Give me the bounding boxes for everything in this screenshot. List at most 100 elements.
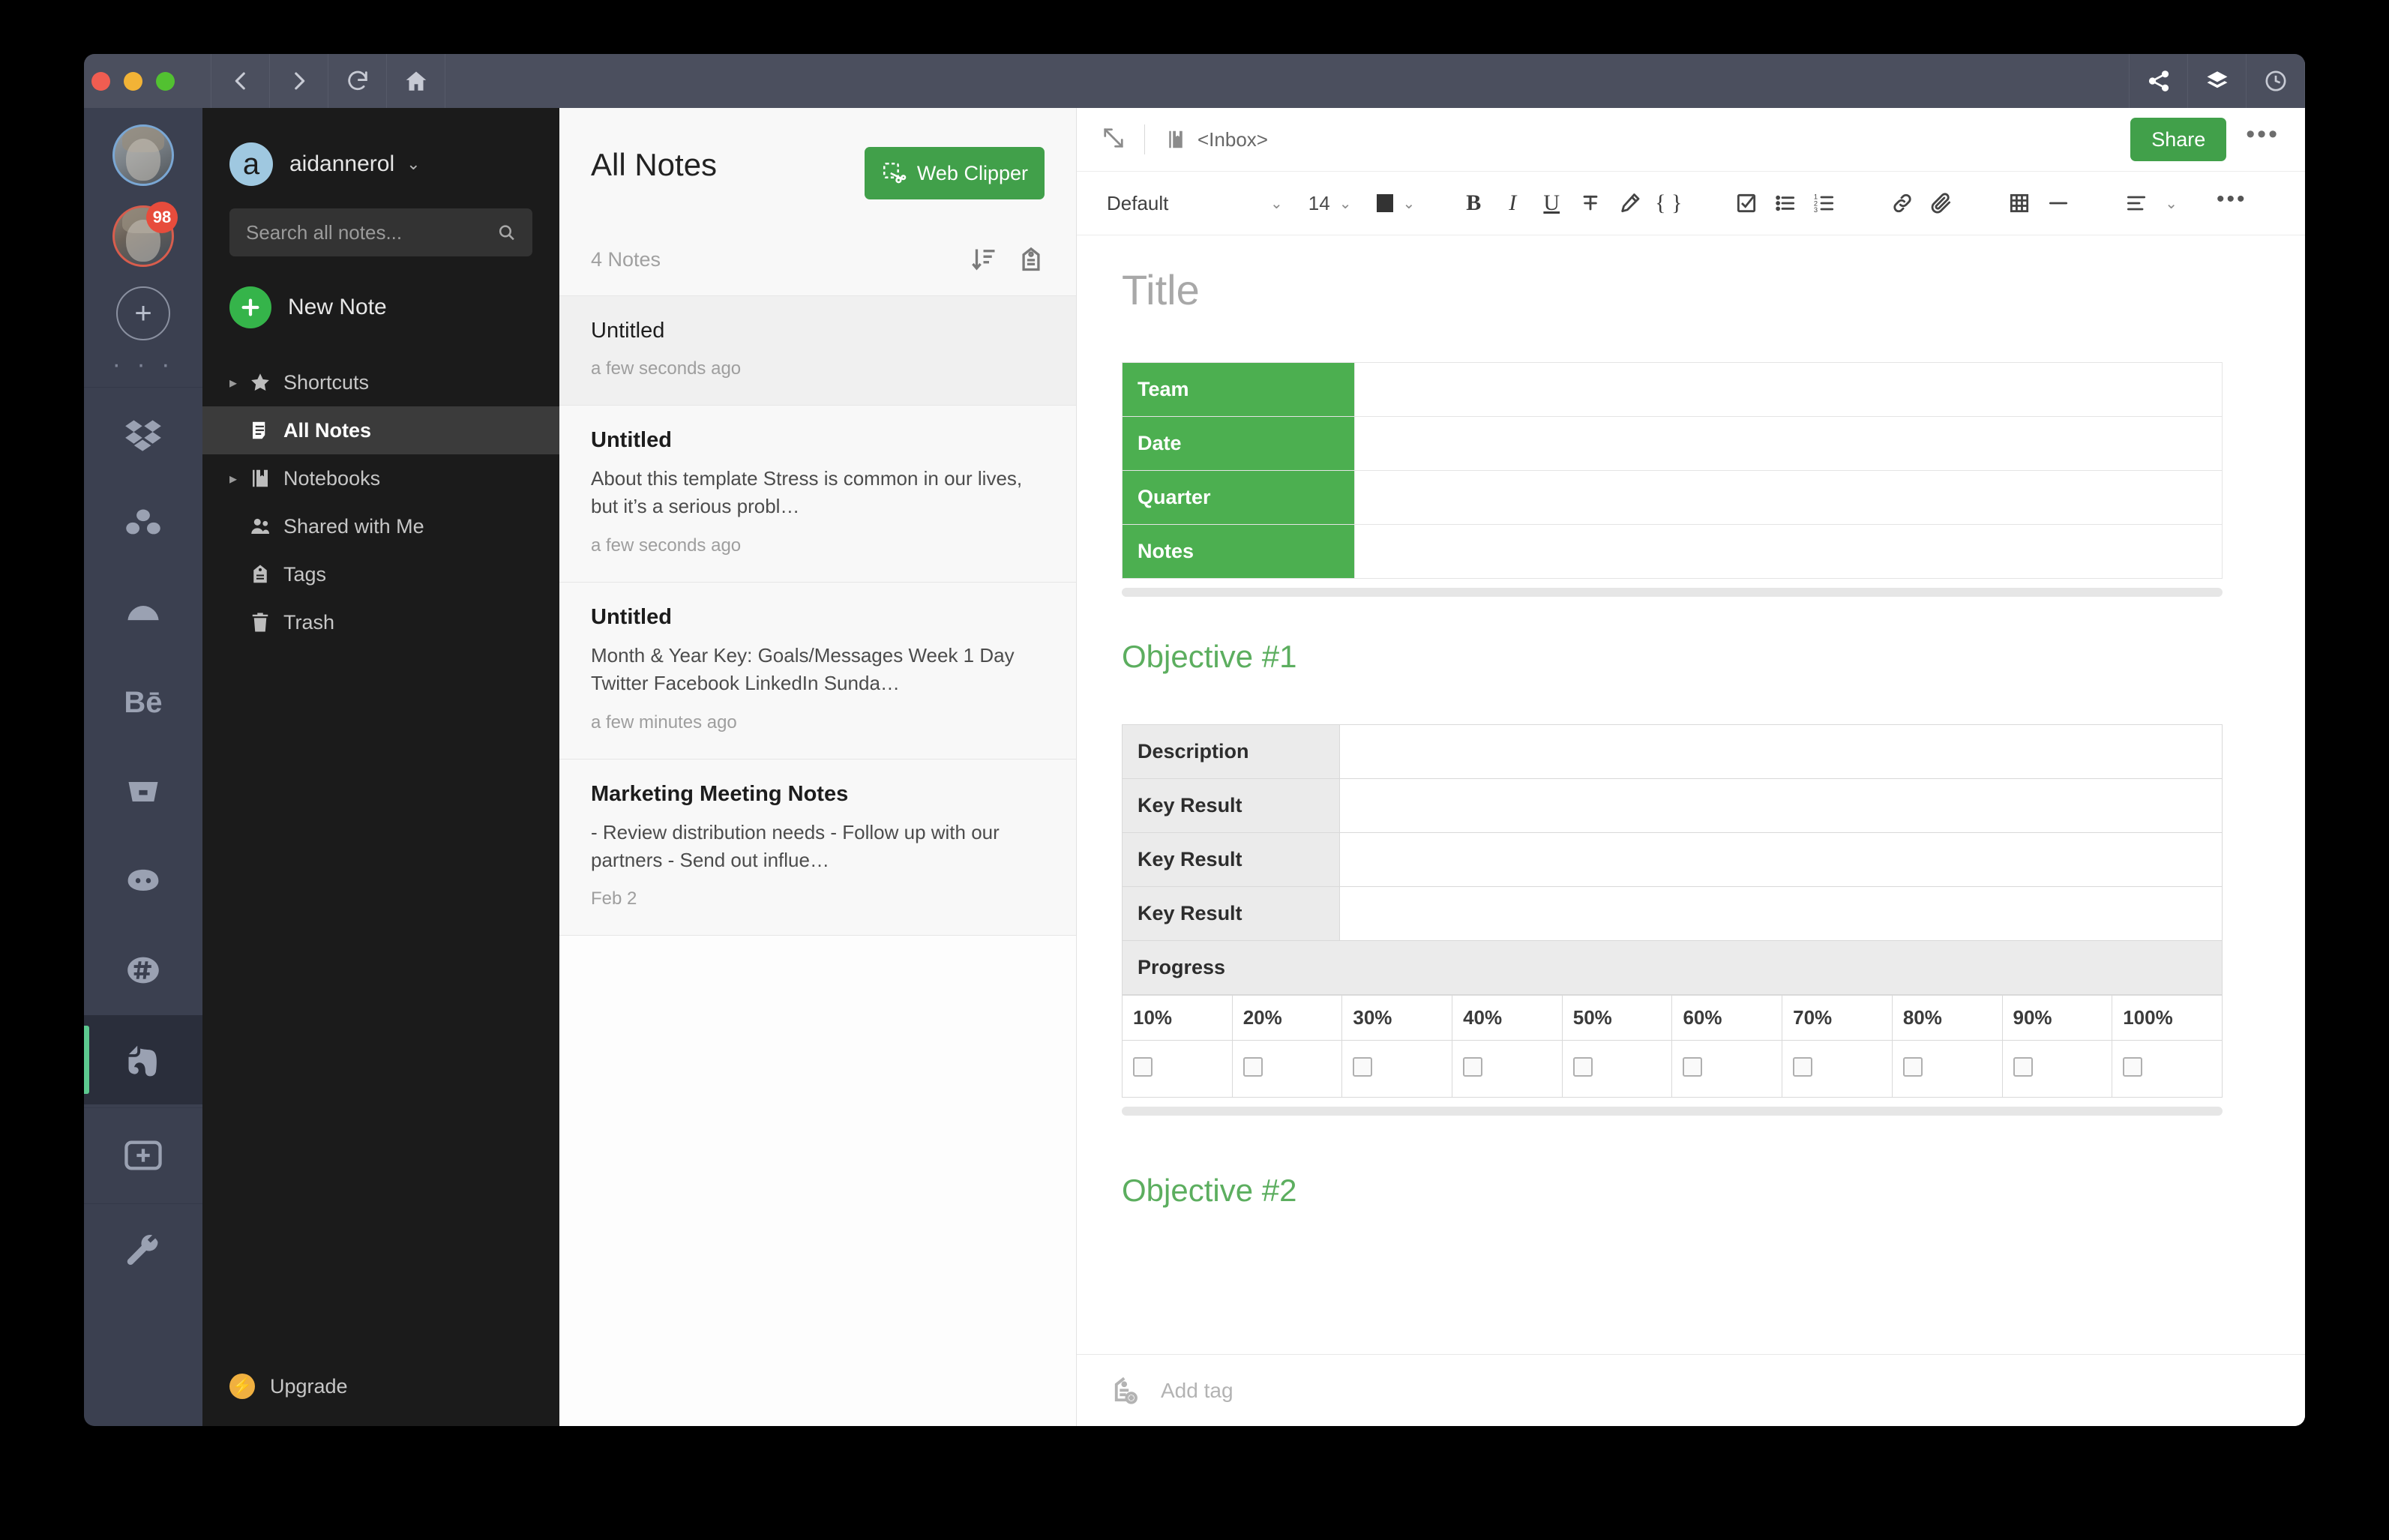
dock-item-discord[interactable]	[84, 837, 202, 926]
tag-icon[interactable]	[1018, 246, 1045, 273]
link-button[interactable]	[1883, 191, 1922, 215]
add-account-button[interactable]: +	[116, 286, 170, 340]
note-title-input[interactable]: Title	[1122, 235, 2260, 362]
web-clipper-button[interactable]: Web Clipper	[864, 147, 1045, 199]
progress-checkbox[interactable]	[1683, 1057, 1703, 1077]
chevron-down-icon[interactable]: ⌄	[2165, 194, 2178, 213]
chevron-right-icon[interactable]: ▸	[229, 469, 249, 488]
row-value[interactable]	[1339, 778, 2223, 833]
list-item[interactable]: Untitled a few seconds ago	[559, 296, 1076, 406]
add-tag-input[interactable]: Add tag	[1161, 1379, 1233, 1403]
dock-item-evernote[interactable]	[84, 1014, 202, 1104]
progress-checkbox-cell[interactable]	[1231, 1040, 1343, 1098]
checklist-button[interactable]	[1727, 191, 1766, 215]
progress-checkbox[interactable]	[1242, 1057, 1263, 1077]
progress-checkbox-cell[interactable]	[1561, 1040, 1673, 1098]
list-item[interactable]: Untitled Month & Year Key: Goals/Message…	[559, 583, 1076, 760]
row-value[interactable]	[1339, 832, 2223, 887]
font-size-dropdown[interactable]: 14 ⌄	[1308, 192, 1352, 215]
progress-checkbox-cell[interactable]	[1452, 1040, 1563, 1098]
progress-checkbox-cell[interactable]	[2112, 1040, 2223, 1098]
sidebar-item-tags[interactable]: Tags	[202, 550, 559, 598]
history-icon[interactable]	[2247, 54, 2305, 108]
attachment-button[interactable]	[1922, 191, 1961, 215]
toolbar-more-button[interactable]: •••	[2217, 188, 2247, 211]
highlight-button[interactable]	[1610, 191, 1649, 215]
meta-value[interactable]	[1354, 416, 2223, 471]
progress-checkbox-cell[interactable]	[1671, 1040, 1783, 1098]
horizontal-rule-button[interactable]	[2039, 191, 2078, 215]
search-input[interactable]	[246, 220, 497, 244]
progress-checkbox[interactable]	[1463, 1057, 1483, 1077]
add-app-button[interactable]	[84, 1111, 202, 1200]
list-item[interactable]: Marketing Meeting Notes - Review distrib…	[559, 760, 1076, 936]
close-window-button[interactable]	[91, 71, 110, 91]
progress-checkbox[interactable]	[1793, 1057, 1813, 1077]
reload-button[interactable]	[328, 54, 387, 108]
dock-item-slack[interactable]	[84, 926, 202, 1015]
tag-bar[interactable]: Add tag	[1077, 1354, 2305, 1426]
progress-checkbox[interactable]	[1133, 1057, 1153, 1077]
progress-checkbox-cell[interactable]	[1341, 1040, 1453, 1098]
text-color-dropdown[interactable]: ⌄	[1377, 194, 1415, 213]
progress-checkbox-cell[interactable]	[1122, 1040, 1233, 1098]
share-icon[interactable]	[2130, 54, 2188, 108]
meta-value[interactable]	[1354, 470, 2223, 525]
settings-button[interactable]	[84, 1207, 202, 1296]
progress-checkbox[interactable]	[1902, 1057, 1923, 1077]
search-box[interactable]	[229, 208, 532, 256]
align-button[interactable]	[2117, 191, 2156, 215]
strikethrough-button[interactable]	[1571, 191, 1610, 215]
new-note-button[interactable]: New Note	[202, 286, 559, 328]
dock-item-asana[interactable]	[84, 480, 202, 569]
underline-button[interactable]: U	[1532, 190, 1571, 216]
forward-button[interactable]	[270, 54, 328, 108]
row-value[interactable]	[1339, 724, 2223, 779]
sidebar-item-notebooks[interactable]: ▸ Notebooks	[202, 454, 559, 502]
dock-item-bucket[interactable]	[84, 748, 202, 837]
code-button[interactable]: { }	[1649, 190, 1688, 216]
account-switcher[interactable]: a aidannerol ⌄	[202, 126, 559, 208]
note-more-menu-button[interactable]: •••	[2246, 121, 2280, 151]
progress-checkbox[interactable]	[2123, 1057, 2143, 1077]
expand-note-button[interactable]	[1102, 127, 1125, 153]
row-value[interactable]	[1339, 886, 2223, 941]
share-button[interactable]: Share	[2130, 118, 2227, 161]
sidebar-item-all-notes[interactable]: All Notes	[202, 406, 559, 454]
dock-item-dropbox[interactable]	[84, 391, 202, 480]
home-button[interactable]	[387, 54, 445, 108]
progress-checkbox-cell[interactable]	[2001, 1040, 2113, 1098]
dock-item-behance[interactable]: Bē	[84, 658, 202, 748]
italic-button[interactable]: I	[1493, 190, 1532, 216]
back-button[interactable]	[211, 54, 270, 108]
table-button[interactable]	[2000, 191, 2039, 215]
minimize-window-button[interactable]	[124, 71, 142, 91]
dock-item-cloud[interactable]	[84, 569, 202, 658]
sidebar-item-shared-with-me[interactable]: Shared with Me	[202, 502, 559, 550]
progress-checkbox-cell[interactable]	[1891, 1040, 2003, 1098]
progress-checkbox[interactable]	[1353, 1057, 1373, 1077]
numbered-list-button[interactable]: 123	[1805, 191, 1844, 215]
progress-checkbox-cell[interactable]	[1782, 1040, 1893, 1098]
maximize-window-button[interactable]	[156, 71, 175, 91]
notebook-selector[interactable]: <Inbox>	[1165, 128, 1268, 151]
progress-checkbox[interactable]	[2013, 1057, 2033, 1077]
bold-button[interactable]: B	[1454, 190, 1493, 216]
avatar-secondary[interactable]: 98	[112, 202, 178, 267]
layers-icon[interactable]	[2188, 54, 2247, 108]
list-item[interactable]: Untitled About this template Stress is c…	[559, 406, 1076, 583]
table-horizontal-scrollbar[interactable]	[1122, 588, 2223, 597]
table-horizontal-scrollbar[interactable]	[1122, 1107, 2223, 1116]
sidebar-item-trash[interactable]: Trash	[202, 598, 559, 646]
meta-value[interactable]	[1354, 362, 2223, 417]
meta-value[interactable]	[1354, 524, 2223, 579]
sort-descending-icon[interactable]	[971, 246, 998, 273]
chevron-right-icon[interactable]: ▸	[229, 373, 249, 392]
progress-checkbox[interactable]	[1572, 1057, 1593, 1077]
upgrade-button[interactable]: ⚡ Upgrade	[202, 1374, 559, 1426]
avatar[interactable]	[112, 124, 174, 186]
sidebar-item-shortcuts[interactable]: ▸ Shortcuts	[202, 358, 559, 406]
paragraph-style-dropdown[interactable]: ⌄	[1261, 194, 1283, 213]
bullet-list-button[interactable]	[1766, 191, 1805, 215]
dock-overflow-dots[interactable]: · · ·	[112, 352, 175, 376]
